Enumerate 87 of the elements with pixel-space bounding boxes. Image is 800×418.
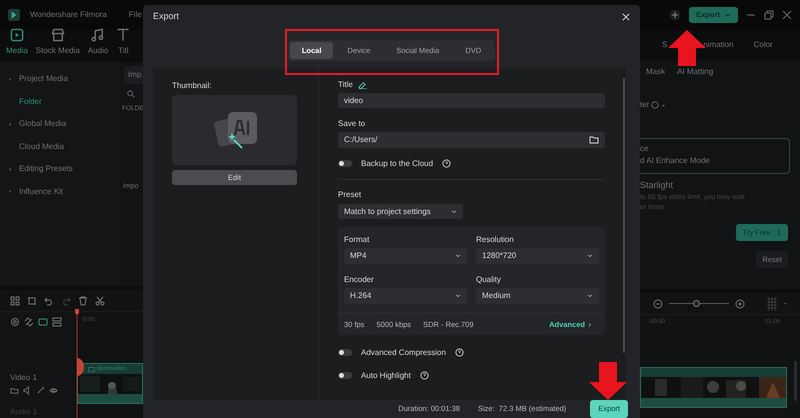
field-label: Format [344,234,370,246]
video-clip[interactable] [640,367,787,408]
grid-icon[interactable] [10,296,20,306]
sub-tab[interactable]: Mask [646,66,666,78]
undo-icon[interactable] [44,296,54,306]
chevron-icon [587,322,593,328]
ai-pen-icon[interactable] [358,80,367,89]
chevron-icon [451,208,457,214]
title-field[interactable]: video [338,93,605,108]
add-icon[interactable] [669,9,682,21]
panel-tab[interactable]: Color [754,39,773,51]
media-icon [10,28,24,42]
chevron-icon [455,293,461,299]
sidebar-item[interactable]: Cloud Media [0,136,120,158]
chevron-icon [587,253,593,259]
zoom-in-icon[interactable] [735,298,745,308]
zoom-slider-thumb[interactable] [692,300,700,307]
pen-icon[interactable] [36,386,45,395]
annotation-arrow [589,362,627,400]
unlink-icon[interactable] [24,317,34,327]
caption-icon[interactable] [38,317,48,327]
section-label: ter [640,99,650,111]
toggle-switch[interactable] [338,372,352,380]
sidebar-item[interactable]: Influence Kit [0,180,120,203]
toggle-switch[interactable] [338,160,352,167]
media-tab[interactable]: Stock Media [36,28,80,57]
app-title: Wondershare Filmora [30,9,107,21]
toggle-switch[interactable] [338,349,352,356]
sidebar-item[interactable]: Folder [0,90,120,113]
caret-icon[interactable] [783,301,788,306]
option-card[interactable]: ce d AI Enhance Mode [640,138,790,174]
media-tab[interactable]: Audio [88,28,108,57]
toggle-label: Auto Highlight [361,370,411,382]
caret-icon [724,12,731,18]
sidebar-item[interactable]: Global Media [0,113,120,136]
scissors-icon[interactable] [95,296,105,306]
annotation-arrow [668,30,706,68]
field-label: Preset [338,188,362,200]
field-label: Save to [338,118,366,130]
sidebar-item[interactable]: Editing Presets [0,158,120,180]
media-tab[interactable]: Titl [116,28,130,57]
folder-icon[interactable] [10,386,19,395]
sidebar-item[interactable]: Project Media [0,68,120,90]
toggle-label: Backup to the Cloud [361,158,434,170]
menu-item[interactable]: File [128,9,142,21]
zoom-out-icon[interactable] [653,298,663,308]
sub-tab[interactable]: AI Matting [677,66,714,78]
scrollbar[interactable] [623,78,625,353]
text-icon [116,28,130,42]
crop-icon[interactable] [27,296,37,306]
chevron-icon [455,253,461,259]
option-title: Starlight [640,179,674,192]
settings-icon[interactable] [10,317,20,327]
music-icon [91,28,106,42]
eye-icon[interactable] [49,386,58,395]
media-tab[interactable]: Media [6,28,28,57]
settings-dropdown[interactable]: H.264 [344,288,467,304]
dialog-title: Export [153,10,180,24]
restore-icon[interactable] [764,10,774,20]
folder-icon[interactable] [589,135,599,145]
panel-tab[interactable]: S [662,39,668,51]
settings-dropdown[interactable]: MP4 [344,248,467,264]
import-button[interactable]: Imp [124,66,143,84]
caret-icon [661,102,666,108]
field-label: Encoder [344,274,375,286]
field-label: Title [338,78,353,90]
logo-icon [8,9,20,21]
thumbnail-label: Thumbnail: [172,80,213,92]
preset-dropdown[interactable]: Match to project settings [338,204,463,219]
chevron-icon [587,293,593,299]
option-subtitle: d AI Enhance Mode [640,155,711,167]
toggle-label: Advanced Compression [361,346,446,359]
trim-handle [77,358,84,376]
film-icon [88,366,95,372]
speaker-icon[interactable] [23,386,32,395]
option-title: ce [640,143,650,155]
field-label: Resolution [476,234,515,246]
save-path-field[interactable]: C:/Users/ [338,132,605,148]
panel-tab[interactable]: nimation [703,39,734,51]
trash-icon[interactable] [78,296,88,306]
track-label: Video 1 [10,372,38,384]
search-icon[interactable] [127,90,135,98]
store-icon [50,28,65,42]
settings-dropdown[interactable]: 1280*720 [476,248,599,264]
settings-dropdown[interactable]: Medium [476,288,599,304]
track-icon[interactable] [52,317,62,327]
field-label: Quality [476,274,502,286]
